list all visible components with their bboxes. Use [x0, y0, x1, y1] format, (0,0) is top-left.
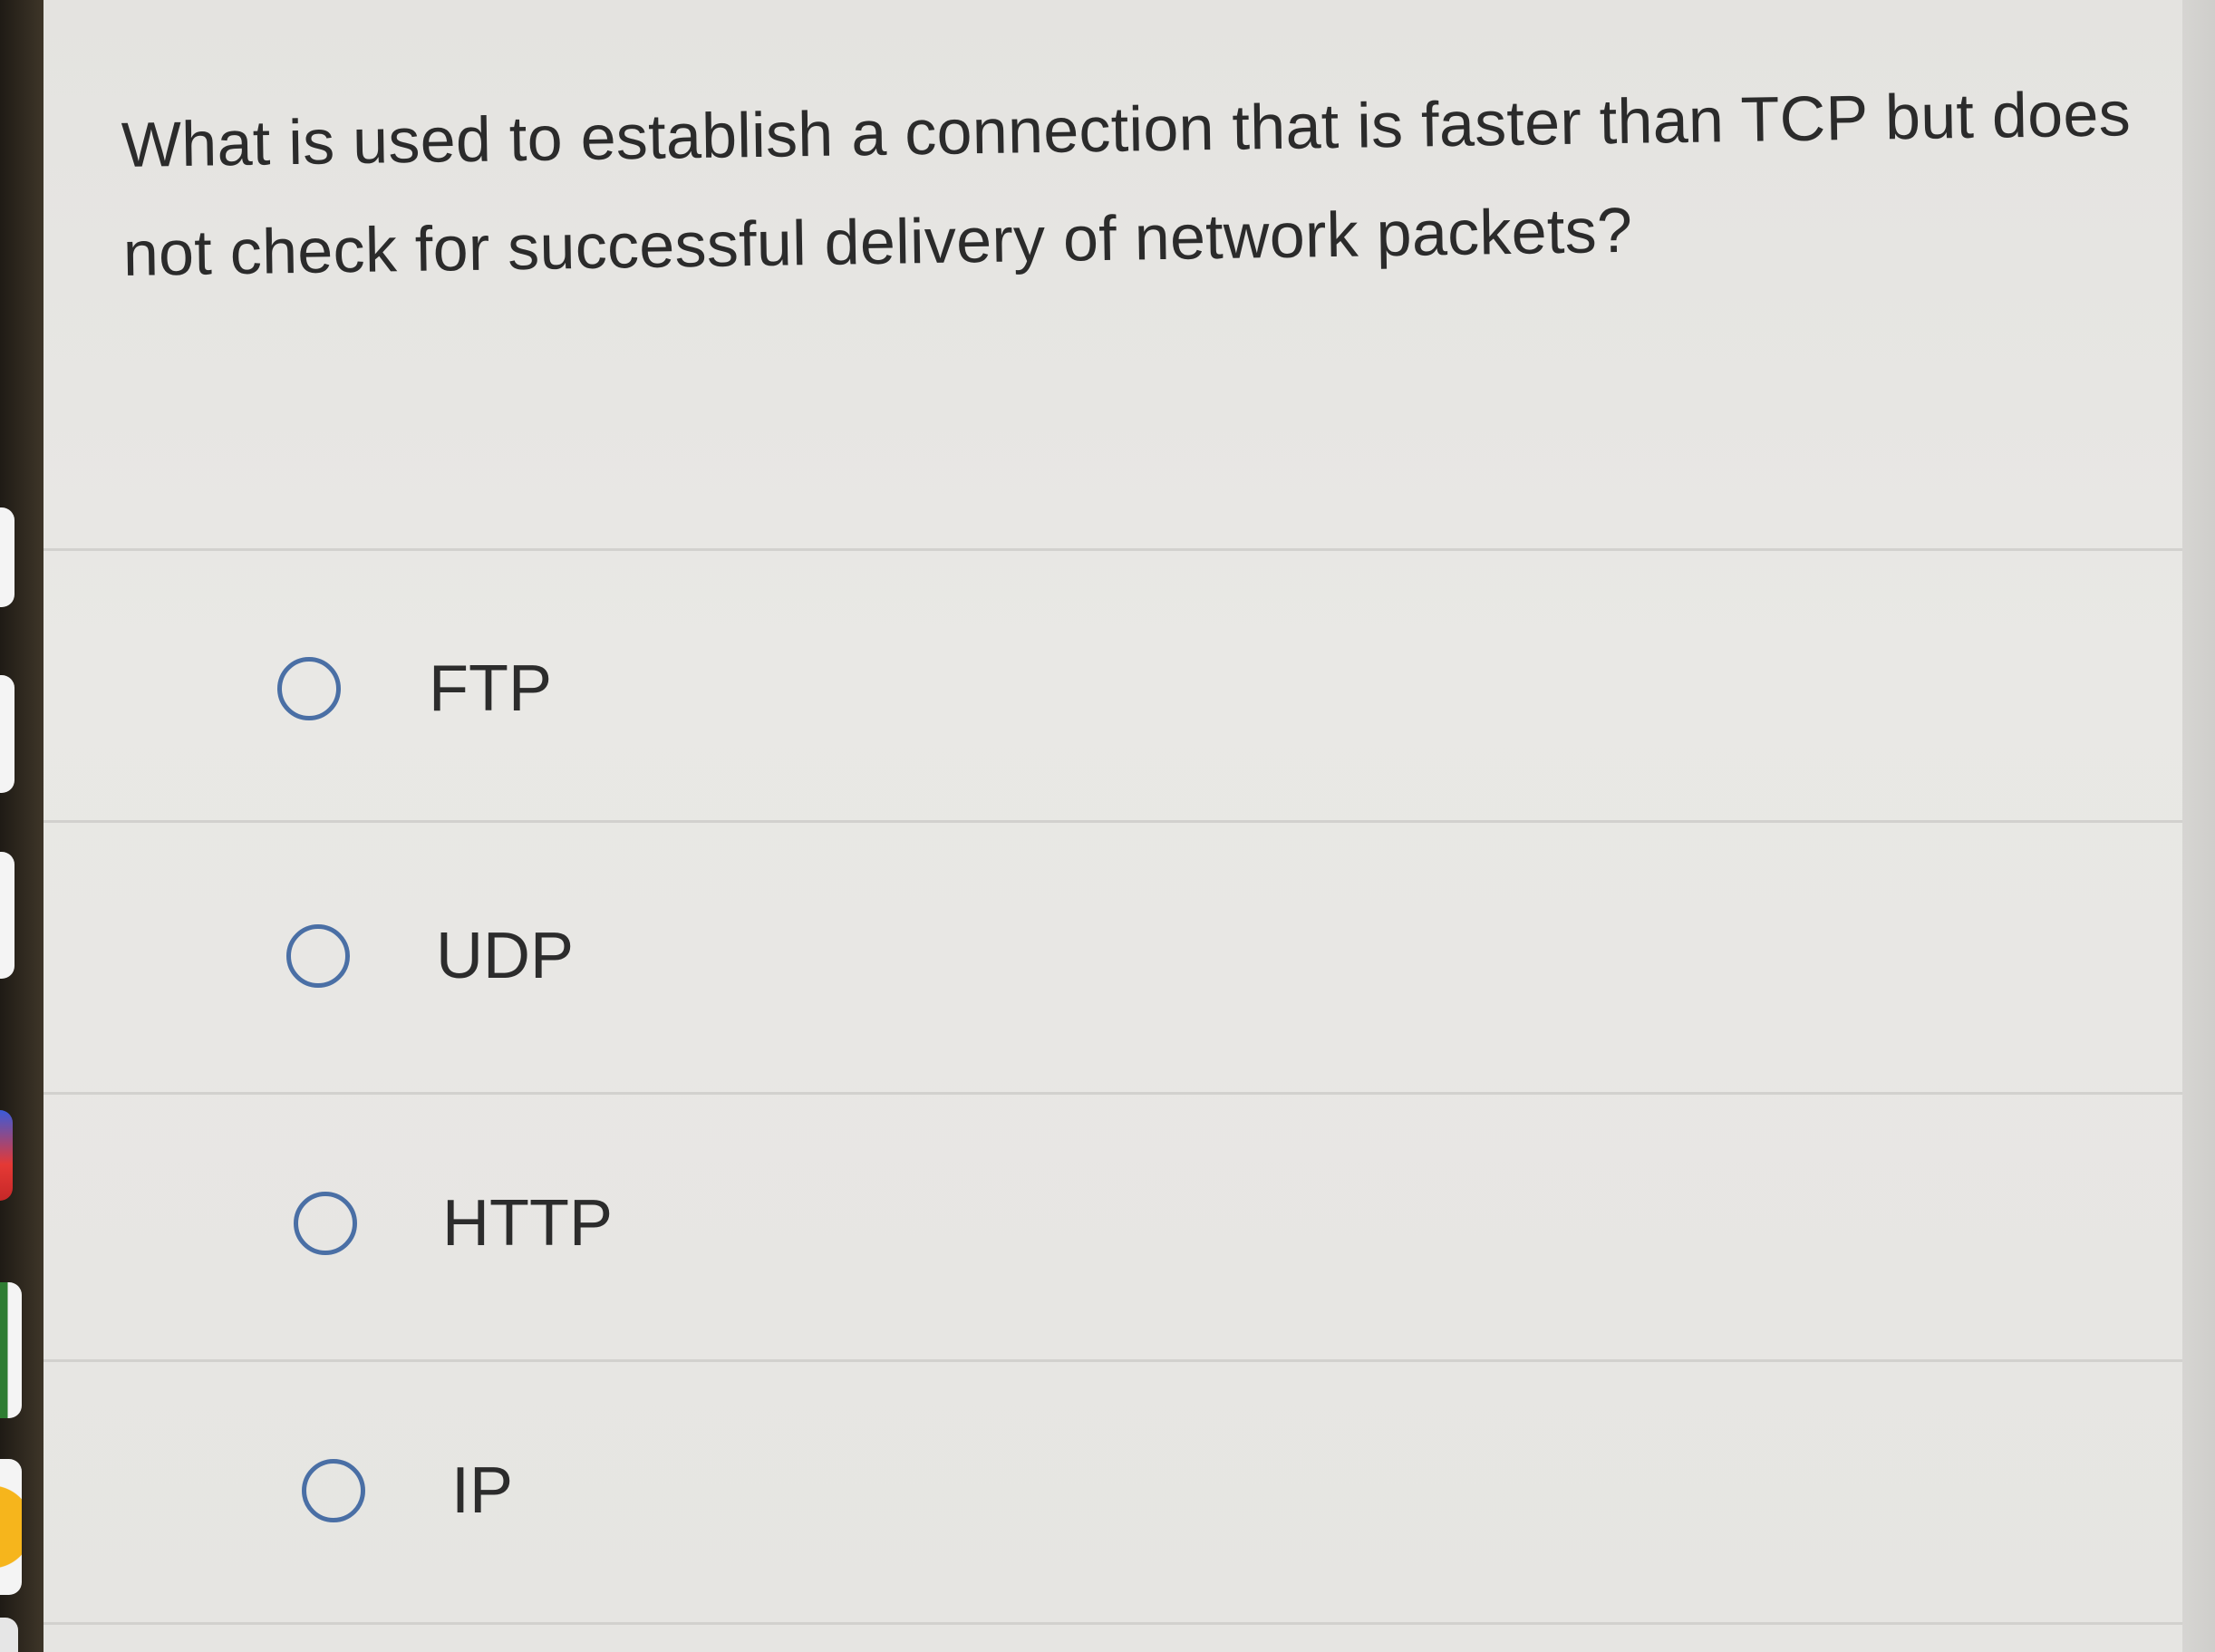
screen: What is used to establish a connection t… [0, 0, 2215, 1652]
dock-app-icon[interactable] [0, 1110, 13, 1201]
panel-edge [2182, 0, 2215, 1652]
option-label: HTTP [442, 1187, 613, 1260]
radio-button-icon[interactable] [277, 657, 341, 720]
divider [44, 820, 2182, 823]
answer-option-udp[interactable]: UDP [44, 834, 2182, 1087]
divider [44, 1359, 2182, 1362]
question-text: What is used to establish a connection t… [121, 78, 2132, 289]
radio-button-icon[interactable] [294, 1192, 357, 1255]
radio-button-icon[interactable] [302, 1459, 365, 1522]
divider [44, 1622, 2182, 1625]
quiz-panel: What is used to establish a connection t… [44, 0, 2215, 1652]
answer-option-ftp[interactable]: FTP [44, 562, 2182, 816]
dock-app-icon[interactable] [0, 507, 15, 607]
answer-option-ip[interactable]: IP [44, 1373, 2182, 1627]
dock-app-icon[interactable] [0, 1459, 22, 1595]
divider [44, 548, 2182, 551]
option-label: UDP [436, 920, 575, 992]
dock-app-icon[interactable] [0, 1282, 22, 1418]
dock-app-icon[interactable] [0, 675, 15, 793]
option-label: IP [451, 1454, 514, 1527]
answer-option-http[interactable]: HTTP [44, 1106, 2182, 1359]
option-label: FTP [429, 652, 552, 725]
divider [44, 1092, 2182, 1095]
radio-button-icon[interactable] [286, 924, 350, 988]
dock-app-icon[interactable] [0, 1618, 18, 1652]
dock-app-icon[interactable] [0, 852, 15, 979]
